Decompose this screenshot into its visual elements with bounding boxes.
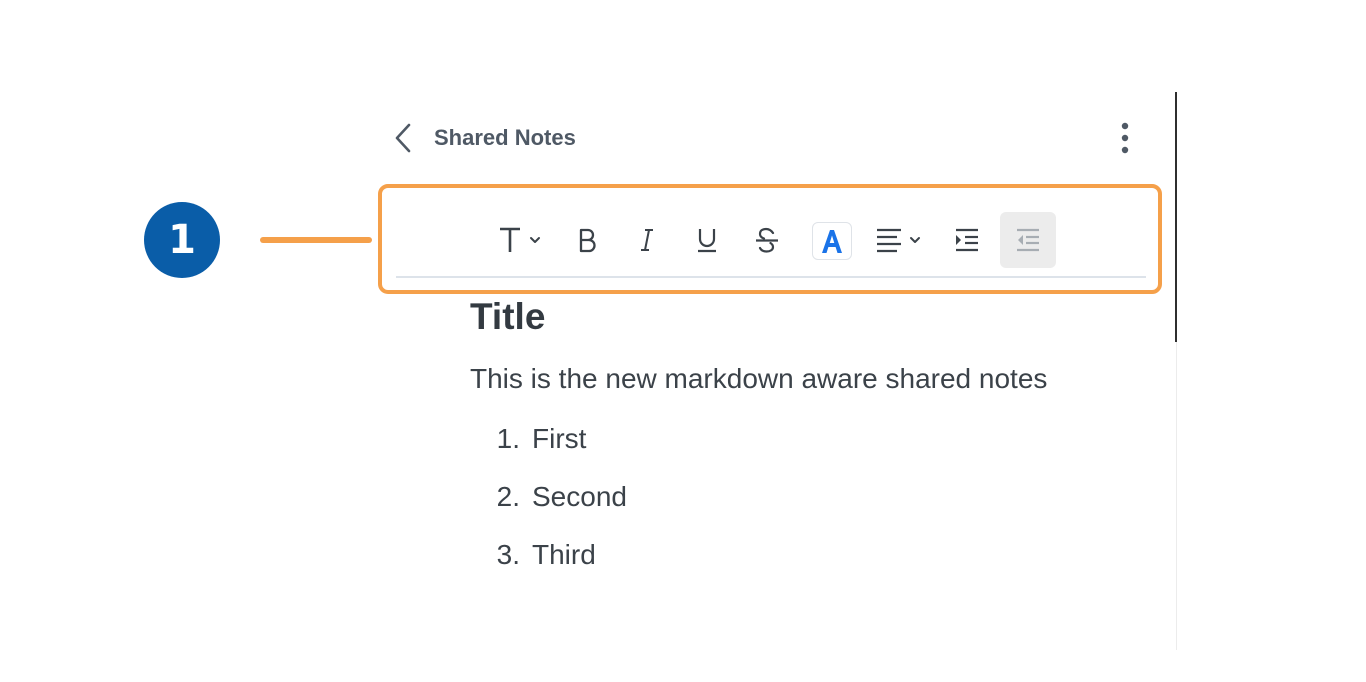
list-item-number: 3. [496,539,520,570]
align-left-icon [877,228,920,253]
panel-divider-light [1176,342,1177,650]
list-item-number: 1. [496,423,520,454]
list-item-number: 2. [496,481,520,512]
notes-header: Shared Notes [388,112,1148,164]
callout-number-badge: 1 [144,202,220,278]
outdent-icon [1017,228,1039,252]
italic-button[interactable] [632,212,662,268]
notes-editor[interactable]: Title This is the new markdown aware sha… [470,292,1110,590]
strikethrough-icon [756,227,778,253]
align-button[interactable] [874,212,926,268]
chevron-left-icon [395,123,411,153]
callout-connector-line [260,237,372,243]
text-type-icon [500,227,540,252]
bold-icon [579,228,596,253]
bold-button[interactable] [572,212,602,268]
strikethrough-button[interactable] [752,212,782,268]
italic-icon [641,229,653,251]
toolbar-divider [396,276,1146,278]
underline-button[interactable] [692,212,722,268]
underline-icon [698,229,716,253]
indent-button[interactable] [952,212,982,268]
panel-divider [1175,92,1177,342]
page-title: Shared Notes [434,125,576,150]
vertical-ellipsis-icon [1121,122,1129,154]
indent-icon [956,228,978,252]
font-color-icon [822,230,842,253]
document-title: Title [470,296,546,337]
list-item-text: First [532,423,587,454]
back-button[interactable] [388,112,418,164]
list-item: 3. Third [470,532,1110,590]
text-style-button[interactable] [494,212,548,268]
document-paragraph: This is the new markdown aware shared no… [470,363,1048,394]
list-item: 1. First [470,416,1110,474]
numbered-list: 1. First 2. Second 3. Third [470,416,1110,590]
list-item: 2. Second [470,474,1110,532]
formatting-toolbar [396,212,1146,270]
list-item-text: Third [532,539,596,570]
outdent-button[interactable] [1000,212,1056,268]
more-options-button[interactable] [1110,112,1140,164]
font-color-button[interactable] [812,222,852,260]
list-item-text: Second [532,481,627,512]
